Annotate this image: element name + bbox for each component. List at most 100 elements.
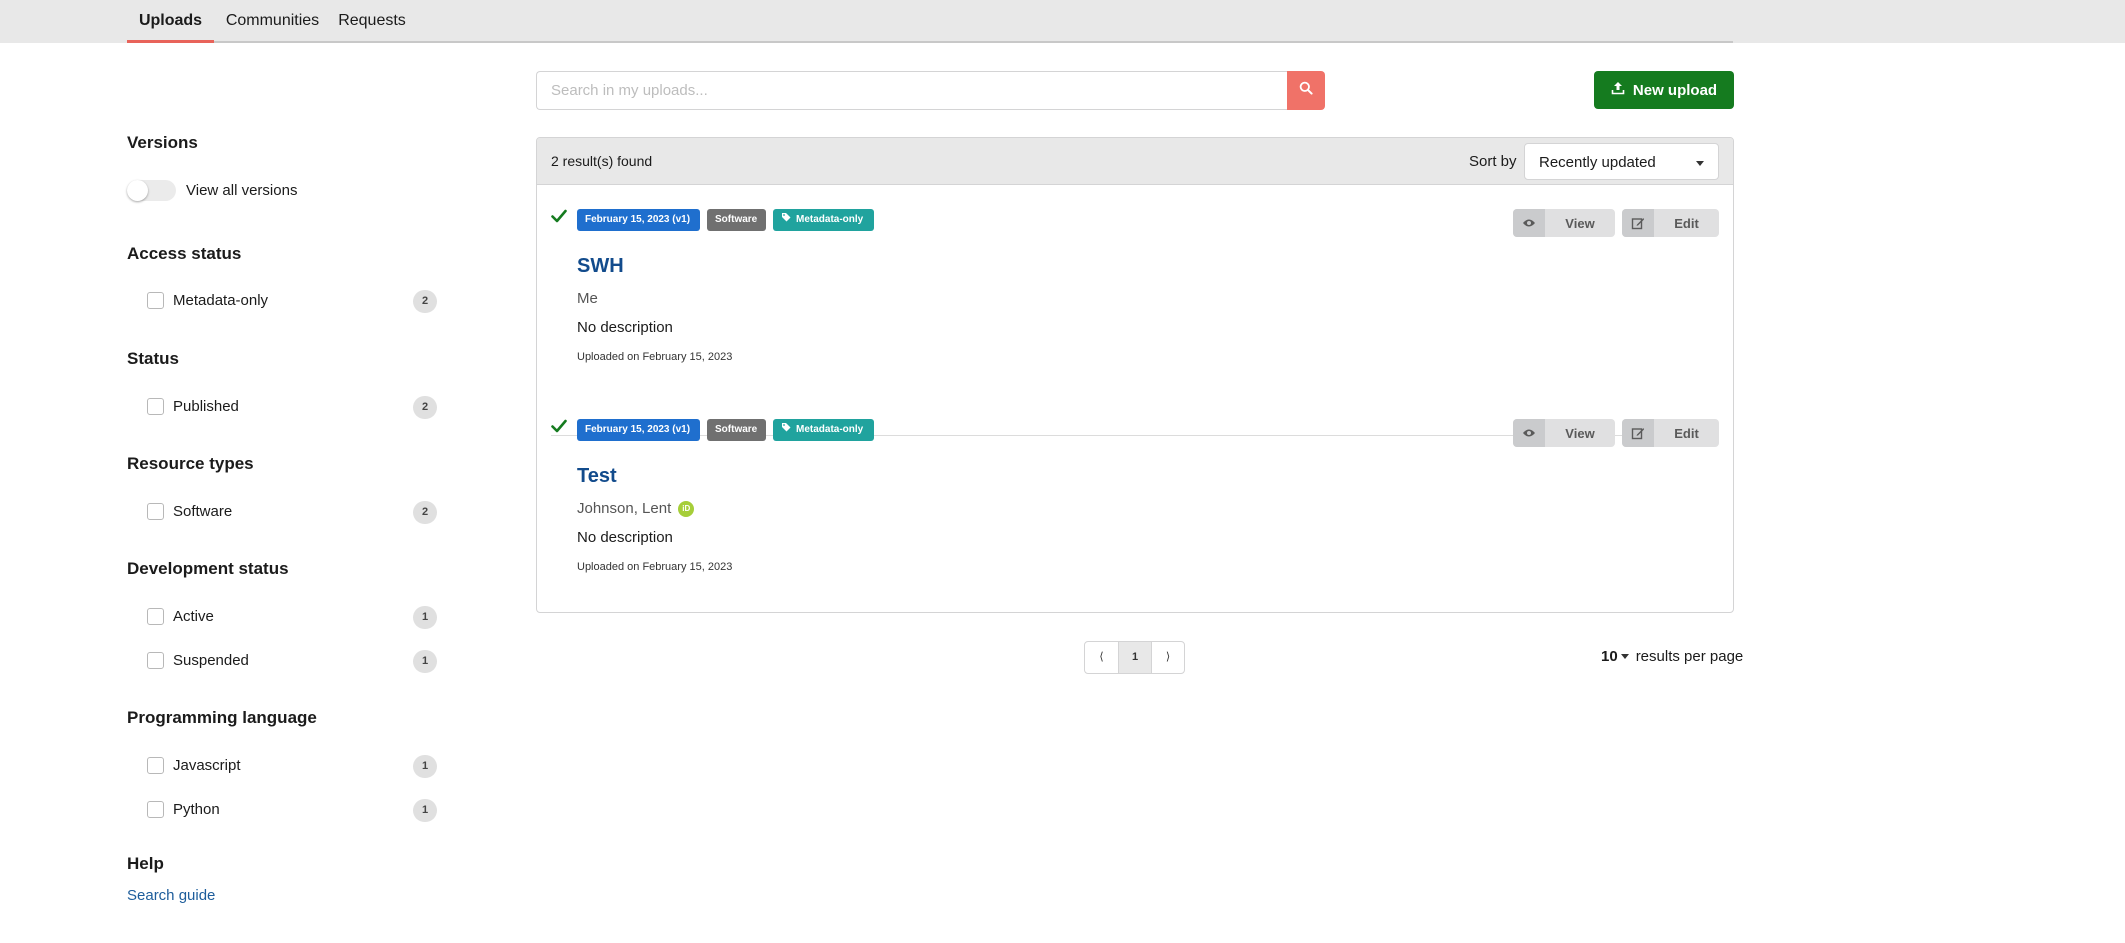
creator-name: Me xyxy=(577,290,598,307)
facet-count-badge: 2 xyxy=(413,290,437,313)
results-per-page: 10 results per page xyxy=(1601,648,1743,665)
tab-uploads[interactable]: Uploads xyxy=(127,0,214,43)
facet-checkbox[interactable] xyxy=(147,398,164,415)
sort-label: Sort by xyxy=(1469,153,1517,170)
resource-type-badge: Software xyxy=(707,209,766,231)
facet-item-suspended[interactable]: Suspended 1 xyxy=(147,649,437,673)
facet-item-python[interactable]: Python 1 xyxy=(147,798,437,822)
edit-icon xyxy=(1622,419,1654,447)
search-bar xyxy=(536,71,1325,110)
record-creator: Me xyxy=(577,290,598,307)
version-date-badge: February 15, 2023 (v1) xyxy=(577,419,700,441)
facet-item-active[interactable]: Active 1 xyxy=(147,605,437,629)
search-guide-link[interactable]: Search guide xyxy=(127,887,215,904)
search-input[interactable] xyxy=(536,71,1287,110)
facet-item-label: Active xyxy=(173,608,214,625)
resource-type-badge: Software xyxy=(707,419,766,441)
facet-count-badge: 1 xyxy=(413,799,437,822)
facet-item-label: Published xyxy=(173,398,239,415)
results-panel: 2 result(s) found Sort by Recently updat… xyxy=(536,137,1734,613)
version-date-badge: February 15, 2023 (v1) xyxy=(577,209,700,231)
facet-count-badge: 1 xyxy=(413,755,437,778)
creator-name[interactable]: Johnson, Lent xyxy=(577,500,671,517)
facet-title-help: Help xyxy=(127,854,164,873)
next-page-button[interactable]: ⟩ xyxy=(1151,642,1184,673)
facet-checkbox[interactable] xyxy=(147,757,164,774)
all-versions-label: View all versions xyxy=(186,182,298,199)
record-upload-date: Uploaded on February 15, 2023 xyxy=(577,561,733,573)
page-number-button[interactable]: 1 xyxy=(1118,642,1151,673)
edit-label: Edit xyxy=(1674,426,1699,441)
facet-checkbox[interactable] xyxy=(147,503,164,520)
facet-title-programming-language: Programming language xyxy=(127,708,317,727)
dropdown-caret-icon xyxy=(1620,654,1629,659)
tab-communities[interactable]: Communities xyxy=(214,0,331,43)
facet-item-software[interactable]: Software 2 xyxy=(147,500,437,524)
search-button[interactable] xyxy=(1287,71,1325,110)
edit-button[interactable]: Edit xyxy=(1622,419,1719,447)
facet-item-label: Suspended xyxy=(173,652,249,669)
per-page-dropdown[interactable]: 10 xyxy=(1601,648,1629,665)
view-button[interactable]: View xyxy=(1513,419,1615,447)
edit-label: Edit xyxy=(1674,216,1699,231)
access-status-label: Metadata-only xyxy=(796,424,864,435)
facet-item-published[interactable]: Published 2 xyxy=(147,395,437,419)
results-header: 2 result(s) found Sort by Recently updat… xyxy=(537,138,1733,185)
orcid-icon[interactable]: iD xyxy=(678,500,695,517)
facet-item-label: Software xyxy=(173,503,233,520)
tab-menu: Uploads Communities Requests xyxy=(127,0,1733,43)
edit-icon xyxy=(1622,209,1654,237)
facet-title-resource-types: Resource types xyxy=(127,454,254,473)
facet-count-badge: 2 xyxy=(413,396,437,419)
edit-button[interactable]: Edit xyxy=(1622,209,1719,237)
tab-requests[interactable]: Requests xyxy=(331,0,413,43)
facet-item-label: Metadata-only xyxy=(173,292,269,309)
prev-page-button[interactable]: ⟨ xyxy=(1085,642,1118,673)
facet-item-metadata-only[interactable]: Metadata-only 2 xyxy=(147,289,437,313)
record-title-link[interactable]: SWH xyxy=(577,255,624,278)
record-description: No description xyxy=(577,319,673,336)
toggle-knob xyxy=(127,180,148,201)
view-button[interactable]: View xyxy=(1513,209,1615,237)
upload-icon xyxy=(1611,81,1625,99)
facet-checkbox[interactable] xyxy=(147,652,164,669)
tag-icon xyxy=(781,209,791,231)
pagination: ⟨ 1 ⟩ xyxy=(1084,641,1185,674)
facet-item-javascript[interactable]: Javascript 1 xyxy=(147,754,437,778)
facet-checkbox[interactable] xyxy=(147,801,164,818)
sort-value: Recently updated xyxy=(1539,154,1656,171)
view-label: View xyxy=(1565,426,1595,441)
top-menu: Uploads Communities Requests xyxy=(0,0,2125,43)
facet-title-versions: Versions xyxy=(127,133,198,152)
facet-title-status: Status xyxy=(127,349,179,368)
facet-item-label: Python xyxy=(173,801,220,818)
facet-checkbox[interactable] xyxy=(147,608,164,625)
record-description: No description xyxy=(577,529,673,546)
facet-item-label: Javascript xyxy=(173,757,241,774)
access-status-badge: Metadata-only xyxy=(773,209,874,231)
new-upload-label: New upload xyxy=(1632,81,1718,99)
eye-icon xyxy=(1513,419,1545,447)
facet-count-badge: 1 xyxy=(413,606,437,629)
per-page-label: results per page xyxy=(1635,648,1744,665)
facet-count-badge: 2 xyxy=(413,501,437,524)
result-item: February 15, 2023 (v1) Software Metadata… xyxy=(537,185,1733,436)
result-item: February 15, 2023 (v1) Software Metadata… xyxy=(537,395,1733,595)
access-status-label: Metadata-only xyxy=(796,214,864,225)
facet-checkbox[interactable] xyxy=(147,292,164,309)
facet-count-badge: 1 xyxy=(413,650,437,673)
dropdown-caret-icon xyxy=(1696,161,1704,166)
per-page-value: 10 xyxy=(1601,648,1618,665)
new-upload-button[interactable]: New upload xyxy=(1594,71,1734,109)
check-icon xyxy=(551,209,567,228)
check-icon xyxy=(551,419,567,438)
all-versions-toggle[interactable] xyxy=(127,180,176,201)
access-status-badge: Metadata-only xyxy=(773,419,874,441)
record-title-link[interactable]: Test xyxy=(577,465,617,488)
eye-icon xyxy=(1513,209,1545,237)
tag-icon xyxy=(781,419,791,441)
view-label: View xyxy=(1565,216,1595,231)
sort-dropdown[interactable]: Recently updated xyxy=(1524,143,1719,180)
facet-title-development-status: Development status xyxy=(127,559,289,578)
search-icon xyxy=(1299,81,1313,100)
